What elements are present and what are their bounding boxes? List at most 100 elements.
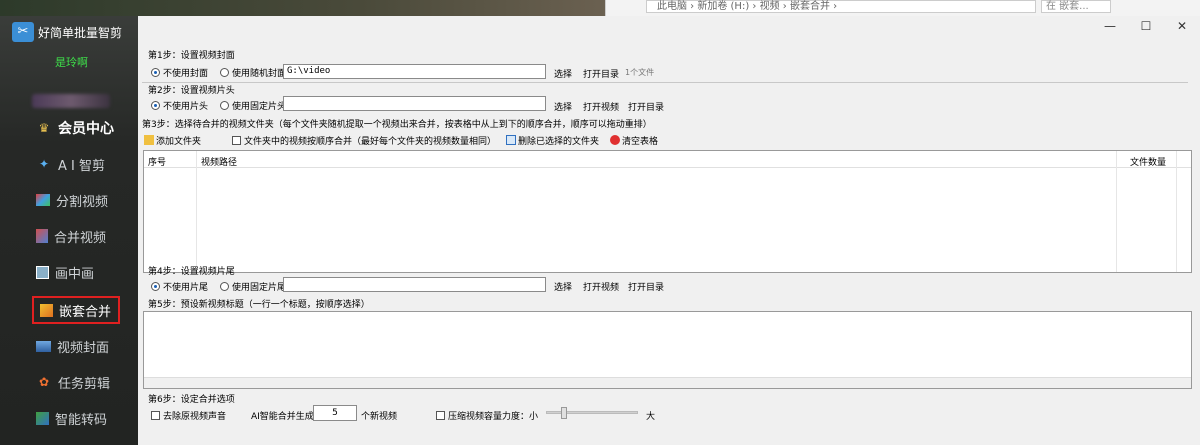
ai-count-stepper[interactable]: 5 (313, 405, 357, 421)
checkbox-box (232, 136, 241, 145)
sidebar-item-nest-merge[interactable]: 嵌套合并 (32, 296, 120, 324)
explorer-search-box[interactable]: 在 嵌套... (1041, 0, 1111, 13)
clear-icon (610, 135, 620, 145)
step5-title: 第5步：预设新视频标题（一行一个标题，按顺序选择） (148, 300, 370, 310)
strength-label: 力度：小 (502, 412, 539, 422)
clear-table-button[interactable]: 清空表格 (610, 134, 658, 147)
sidebar-item-transcode[interactable]: 智能转码 (30, 404, 122, 432)
step2-select-button[interactable]: 选择 (554, 100, 572, 113)
step4-title: 第4步：设置视频片尾 (148, 267, 235, 277)
step2-radio-no-intro[interactable]: 不使用片头 (151, 99, 208, 112)
step4-radio-fixed-outro[interactable]: 使用固定片尾 (220, 280, 286, 293)
radio-dot (151, 68, 160, 77)
radio-dot (151, 101, 160, 110)
divider (142, 82, 1188, 83)
radio-label: 使用固定片头 (232, 102, 287, 112)
horizontal-scrollbar[interactable] (144, 377, 1191, 388)
clear-table-label: 清空表格 (622, 137, 659, 147)
step1-title: 第1步：设置视频封面 (148, 51, 235, 61)
sidebar: ✂ 好简单批量智剪 是玲啊 ♛ 会员中心 ✦ A I 智剪 分割视频 合并视频 … (0, 16, 138, 445)
radio-dot (220, 101, 229, 110)
add-folder-button[interactable]: 添加文件夹 (144, 134, 201, 147)
column-header-path: 视频路径 (201, 158, 238, 168)
minimize-button[interactable]: — (1092, 16, 1128, 36)
user-name: 是玲啊 (55, 56, 88, 69)
order-merge-checkbox[interactable]: 文件夹中的视频按顺序合并（最好每个文件夹的视频数量相同） (232, 134, 496, 147)
column-separator (196, 151, 197, 272)
ai-count-suffix: 个新视频 (361, 412, 398, 422)
delete-selected-folder-button[interactable]: 删除已选择的文件夹 (506, 134, 599, 147)
step1-file-count: 1个文件 (625, 68, 655, 77)
sidebar-item-label: 智能转码 (55, 412, 108, 428)
app-logo-icon: ✂ (12, 22, 34, 42)
step2-intro-path-input[interactable] (283, 96, 546, 111)
step2-open-dir-button[interactable]: 打开目录 (628, 100, 664, 113)
add-folder-label: 添加文件夹 (156, 137, 202, 147)
column-header-index: 序号 (148, 158, 167, 168)
checkbox-label: 压缩视频容量 (448, 412, 503, 422)
sidebar-item-task[interactable]: ✿ 任务剪辑 (30, 368, 122, 396)
task-icon: ✿ (38, 375, 50, 389)
step4-open-dir-button[interactable]: 打开目录 (628, 280, 664, 293)
step1-select-button[interactable]: 选择 (554, 67, 572, 80)
sidebar-item-member[interactable]: ♛ 会员中心 (30, 114, 122, 142)
checkbox-box (436, 411, 445, 420)
step1-cover-path-input[interactable]: G:\video (283, 64, 546, 79)
folder-table[interactable]: 序号 视频路径 文件数量 (143, 150, 1192, 273)
window-controls: — ☐ ✕ (1092, 16, 1200, 36)
close-button[interactable]: ✕ (1164, 16, 1200, 36)
radio-label: 使用随机封面 (232, 69, 287, 79)
column-separator (1176, 151, 1177, 272)
sidebar-item-merge[interactable]: 合并视频 (30, 222, 122, 250)
step1-open-dir-button[interactable]: 打开目录 (583, 67, 619, 80)
step1-radio-random-cover[interactable]: 使用随机封面 (220, 66, 286, 79)
sidebar-item-pip[interactable]: 画中画 (30, 258, 122, 286)
step4-radio-no-outro[interactable]: 不使用片尾 (151, 280, 208, 293)
sidebar-item-label: 画中画 (55, 266, 95, 282)
transcode-icon (36, 411, 49, 425)
step2-radio-fixed-intro[interactable]: 使用固定片头 (220, 99, 286, 112)
sidebar-item-label: 分割视频 (56, 194, 109, 210)
compression-strength-slider[interactable] (546, 407, 638, 419)
remove-audio-checkbox[interactable]: 去除原视频声音 (151, 409, 226, 422)
compress-checkbox[interactable]: 压缩视频容量 (436, 409, 502, 422)
delete-folder-icon (506, 135, 516, 145)
maximize-button[interactable]: ☐ (1128, 16, 1164, 36)
checkbox-box (151, 411, 160, 420)
radio-label: 使用固定片尾 (232, 283, 287, 293)
sidebar-item-ai-edit[interactable]: ✦ A I 智剪 (30, 150, 122, 178)
explorer-address-bar[interactable]: 此电脑 › 新加卷 (H:) › 视频 › 嵌套合并 › (646, 0, 1036, 13)
step4-select-button[interactable]: 选择 (554, 280, 572, 293)
blurred-user-info (32, 94, 110, 108)
radio-label: 不使用封面 (163, 69, 209, 79)
sidebar-item-split[interactable]: 分割视频 (30, 186, 122, 214)
file-explorer-window: 此电脑 › 新加卷 (H:) › 视频 › 嵌套合并 › 在 嵌套... (605, 0, 1200, 16)
radio-dot (220, 68, 229, 77)
sidebar-item-label: 合并视频 (54, 230, 107, 246)
table-header: 序号 视频路径 文件数量 (144, 151, 1191, 168)
radio-label: 不使用片尾 (163, 283, 209, 293)
nest-icon (40, 303, 53, 317)
sidebar-item-label: 会员中心 (58, 121, 114, 137)
merge-icon (36, 229, 48, 243)
step4-outro-path-input[interactable] (283, 277, 546, 292)
step1-radio-no-cover[interactable]: 不使用封面 (151, 66, 208, 79)
sidebar-item-cover[interactable]: 视频封面 (30, 332, 122, 360)
cover-icon (36, 340, 51, 352)
column-header-count: 文件数量 (1130, 158, 1167, 168)
video-titles-textarea[interactable] (143, 311, 1192, 389)
main-panel: — ☐ ✕ 第1步：设置视频封面 不使用封面 使用随机封面 G:\video 选… (138, 16, 1200, 445)
folder-icon (144, 135, 154, 145)
sidebar-item-label: A I 智剪 (58, 158, 105, 174)
sidebar-item-label: 嵌套合并 (59, 304, 112, 320)
pip-icon (36, 265, 49, 279)
radio-label: 不使用片头 (163, 102, 209, 112)
step2-open-video-button[interactable]: 打开视频 (583, 100, 619, 113)
step4-open-video-button[interactable]: 打开视频 (583, 280, 619, 293)
sidebar-item-label: 任务剪辑 (58, 376, 111, 392)
ai-merge-label: AI智能合并生成: (251, 412, 317, 422)
delete-selected-label: 删除已选择的文件夹 (518, 137, 600, 147)
step6-title: 第6步：设定合并选项 (148, 395, 235, 405)
slider-thumb[interactable] (561, 407, 567, 419)
step2-title: 第2步：设置视频片头 (148, 86, 235, 96)
